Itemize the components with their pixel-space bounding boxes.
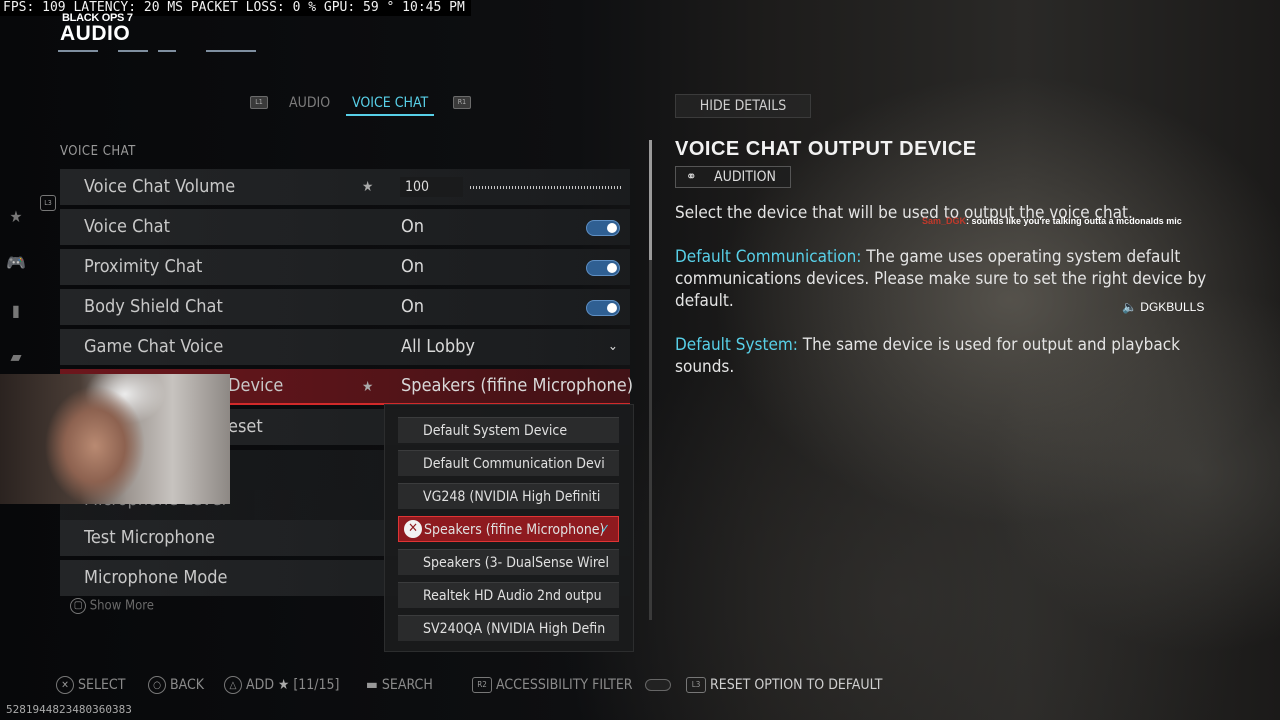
setting-label: Game Chat Voice bbox=[84, 336, 224, 357]
chat-text: : sounds like you're talking outta a mcd… bbox=[966, 216, 1182, 226]
hide-details-button[interactable]: HIDE DETAILS bbox=[675, 94, 811, 118]
footer-add[interactable]: △ ADD ★ [11/15] bbox=[224, 674, 339, 696]
circle-button-icon: ○ bbox=[148, 676, 166, 694]
option-label: Speakers (fifine Microphone) bbox=[424, 522, 605, 538]
show-more-button[interactable]: ▢ Show More bbox=[70, 598, 154, 614]
setting-label: Body Shield Chat bbox=[84, 296, 223, 317]
proximity-chat-toggle[interactable] bbox=[586, 260, 620, 276]
section-title: VOICE CHAT bbox=[60, 144, 136, 159]
active-tab-underline bbox=[346, 114, 434, 116]
accessibility-toggle[interactable] bbox=[644, 679, 671, 691]
voice-chat-toggle[interactable] bbox=[586, 220, 620, 236]
ear-icon: ⚭ bbox=[686, 169, 697, 185]
mouse-icon[interactable]: ▮ bbox=[6, 301, 26, 321]
audition-label: AUDITION bbox=[714, 169, 776, 185]
chat-username: Sam_DGK bbox=[922, 216, 967, 226]
cancel-icon[interactable]: ✕ bbox=[404, 520, 422, 538]
setting-label: Microphone Mode bbox=[84, 567, 228, 588]
webcam-feed bbox=[0, 374, 230, 504]
l1-button-icon[interactable]: L1 bbox=[250, 96, 268, 109]
show-more-label: Show More bbox=[89, 598, 154, 614]
dropdown-option[interactable]: SV240QA (NVIDIA High Defin bbox=[398, 615, 619, 641]
setting-value: On bbox=[401, 256, 425, 277]
scrollbar-thumb[interactable] bbox=[649, 140, 652, 260]
detail-default-system: Default System: The same device is used … bbox=[675, 334, 1235, 378]
footer-accessibility[interactable]: R2 ACCESSIBILITY FILTER bbox=[472, 674, 671, 696]
controller-icon[interactable]: 🎮 bbox=[6, 253, 26, 273]
setting-voice-chat-volume[interactable]: Voice Chat Volume ★ 100 bbox=[60, 169, 630, 205]
body-shield-chat-toggle[interactable] bbox=[586, 300, 620, 316]
check-icon: ✓ bbox=[600, 522, 610, 537]
footer-select-label: SELECT bbox=[78, 677, 126, 693]
star-icon[interactable]: ★ bbox=[362, 169, 373, 205]
footer-search[interactable]: ▬ SEARCH bbox=[366, 674, 433, 696]
speaker-name: DGKBULLS bbox=[1140, 300, 1205, 314]
dropdown-option[interactable]: Speakers (3- DualSense Wirel bbox=[398, 549, 619, 575]
setting-value: All Lobby bbox=[401, 336, 475, 357]
device-dropdown-menu: Default System Device Default Communicat… bbox=[384, 404, 634, 652]
footer-search-label: SEARCH bbox=[381, 677, 433, 693]
setting-game-chat-voice[interactable]: Game Chat Voice All Lobby ⌄ bbox=[60, 329, 630, 365]
footer-reset-label: RESET OPTION TO DEFAULT bbox=[710, 677, 883, 693]
l3-button-icon: L3 bbox=[686, 677, 706, 693]
page-title: AUDIO bbox=[60, 22, 131, 45]
footer-back[interactable]: ○ BACK bbox=[148, 674, 204, 696]
setting-value: Speakers (fifine Microphone) bbox=[401, 375, 634, 396]
r2-button-icon: R2 bbox=[472, 677, 492, 693]
footer-reset[interactable]: L3 RESET OPTION TO DEFAULT bbox=[686, 674, 882, 696]
setting-voice-chat[interactable]: Voice Chat On bbox=[60, 209, 630, 245]
r1-button-icon[interactable]: R1 bbox=[453, 96, 471, 109]
tab-audio[interactable]: AUDIO bbox=[289, 94, 330, 112]
default-communication-label: Default Communication: bbox=[675, 247, 862, 267]
chevron-down-icon[interactable]: ⌄ bbox=[608, 329, 618, 365]
options-button-icon: ▬ bbox=[366, 677, 378, 693]
volume-slider[interactable] bbox=[470, 186, 622, 189]
setting-body-shield-chat[interactable]: Body Shield Chat On bbox=[60, 289, 630, 325]
dropdown-option[interactable]: VG248 (NVIDIA High Definiti bbox=[398, 483, 619, 509]
setting-value: On bbox=[401, 296, 425, 317]
title-decoration bbox=[58, 46, 256, 56]
dropdown-option-selected[interactable]: ✕ Speakers (fifine Microphone) ✓ bbox=[398, 516, 619, 542]
dropdown-option[interactable]: Realtek HD Audio 2nd outpu bbox=[398, 582, 619, 608]
footer-add-label: ADD bbox=[246, 677, 275, 693]
speaker-icon: 🔈 bbox=[1122, 300, 1137, 314]
triangle-button-icon: △ bbox=[224, 676, 242, 694]
default-system-label: Default System: bbox=[675, 335, 798, 355]
footer-select[interactable]: ✕ SELECT bbox=[56, 674, 125, 696]
tab-voice-chat[interactable]: VOICE CHAT bbox=[352, 94, 428, 112]
keyboard-icon[interactable]: ▰ bbox=[6, 347, 26, 367]
stream-chat-message: Sam_DGK: sounds like you're talking outt… bbox=[922, 216, 1182, 226]
touchpad-icon: ▢ bbox=[70, 598, 86, 614]
favorites-count: [11/15] bbox=[293, 677, 340, 693]
l3-badge-icon: L3 bbox=[40, 195, 56, 211]
dropdown-option[interactable]: Default System Device bbox=[398, 417, 619, 443]
setting-label: Test Microphone bbox=[84, 527, 215, 548]
detail-title: VOICE CHAT OUTPUT DEVICE bbox=[675, 138, 977, 160]
setting-label: Voice Chat Volume bbox=[84, 176, 236, 197]
setting-value: On bbox=[401, 216, 425, 237]
setting-proximity-chat[interactable]: Proximity Chat On bbox=[60, 249, 630, 285]
setting-label: Device bbox=[228, 375, 284, 396]
setting-label: eset bbox=[228, 416, 263, 437]
cross-button-icon: ✕ bbox=[56, 676, 74, 694]
dropdown-option[interactable]: Default Communication Devi bbox=[398, 450, 619, 476]
setting-label: Voice Chat bbox=[84, 216, 170, 237]
footer-back-label: BACK bbox=[170, 677, 205, 693]
audition-button[interactable]: ⚭ AUDITION bbox=[675, 166, 791, 188]
setting-label: Proximity Chat bbox=[84, 256, 203, 277]
volume-value-input[interactable]: 100 bbox=[400, 177, 463, 197]
session-id: 5281944823480360383 bbox=[6, 703, 132, 716]
footer-accessibility-label: ACCESSIBILITY FILTER bbox=[496, 677, 633, 693]
speaking-indicator: 🔈 DGKBULLS bbox=[1122, 300, 1204, 314]
chevron-up-icon[interactable]: ⌃ bbox=[608, 369, 618, 405]
star-icon: ★ bbox=[278, 677, 290, 693]
star-icon[interactable]: ★ bbox=[6, 207, 26, 227]
star-icon[interactable]: ★ bbox=[362, 369, 373, 405]
